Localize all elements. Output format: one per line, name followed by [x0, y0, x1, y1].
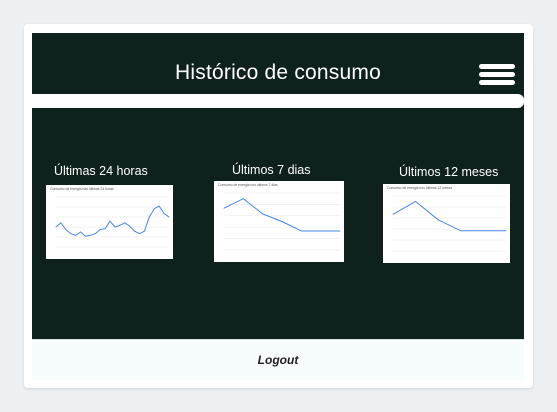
series-line: [223, 198, 340, 232]
header-divider: [32, 94, 524, 108]
data-point: [153, 208, 155, 210]
series-line: [55, 205, 170, 237]
data-point: [223, 207, 225, 209]
data-point: [109, 220, 111, 222]
menu-bar: [479, 72, 515, 77]
panel-12m: Últimos 12 meses: [399, 165, 498, 179]
data-point: [168, 216, 170, 218]
data-point: [104, 228, 106, 230]
menu-bar: [479, 80, 515, 85]
data-point: [505, 230, 507, 232]
chart-24h[interactable]: Consumo de energia nas últimas 24 horas: [46, 185, 173, 259]
data-point: [144, 230, 145, 232]
data-point: [134, 230, 136, 232]
data-point: [163, 213, 165, 215]
data-point: [262, 213, 264, 215]
data-point: [300, 230, 302, 232]
data-point: [124, 222, 126, 224]
data-point: [80, 231, 81, 233]
data-point: [89, 234, 91, 236]
data-point: [415, 201, 416, 202]
data-point: [437, 219, 439, 221]
data-point: [339, 230, 341, 232]
chart-title: Consumo de energia nos últimos 12 meses: [387, 186, 453, 190]
chart-svg: [392, 195, 507, 252]
data-point: [320, 230, 322, 232]
panel-label: Últimas 24 horas: [54, 164, 148, 178]
data-point: [119, 224, 121, 226]
chart-svg: [223, 192, 341, 251]
data-point: [60, 222, 62, 224]
data-point: [158, 205, 160, 207]
data-point: [70, 233, 72, 235]
data-point: [85, 235, 86, 237]
chart-svg: [55, 196, 170, 248]
chart-7d[interactable]: Consumo de energia nos últimos 7 dias: [214, 181, 344, 262]
data-point: [129, 225, 131, 227]
chart-12m[interactable]: Consumo de energia nos últimos 12 meses: [383, 184, 510, 263]
data-point: [75, 234, 77, 236]
data-point: [281, 221, 283, 222]
data-point: [148, 216, 150, 218]
data-point: [242, 198, 244, 200]
chart-title: Consumo de energia nos últimos 7 dias: [218, 183, 278, 187]
data-point: [114, 226, 116, 228]
panel-label: Últimos 12 meses: [399, 165, 499, 179]
data-point: [460, 230, 462, 232]
data-point: [55, 226, 57, 228]
series-line: [392, 200, 506, 232]
logout-link[interactable]: Logout: [258, 353, 299, 367]
chart-title: Consumo de energia nas últimas 24 horas: [50, 187, 114, 191]
panel-label: Últimos 7 dias: [232, 163, 311, 177]
data-point: [483, 230, 484, 232]
footer-bar: Logout: [32, 339, 524, 380]
data-point: [99, 229, 101, 230]
data-point: [139, 233, 140, 235]
hamburger-menu-icon[interactable]: [479, 64, 515, 86]
panel-24h: Últimas 24 horas: [54, 164, 148, 178]
data-point: [94, 233, 96, 235]
data-point: [392, 213, 394, 215]
data-point: [65, 229, 67, 230]
panel-7d: Últimos 7 dias: [232, 163, 311, 177]
menu-bar: [479, 64, 515, 69]
app-panel: Histórico de consumo Últimas 24 horas Co…: [32, 33, 524, 379]
page-title: Histórico de consumo: [175, 61, 381, 84]
